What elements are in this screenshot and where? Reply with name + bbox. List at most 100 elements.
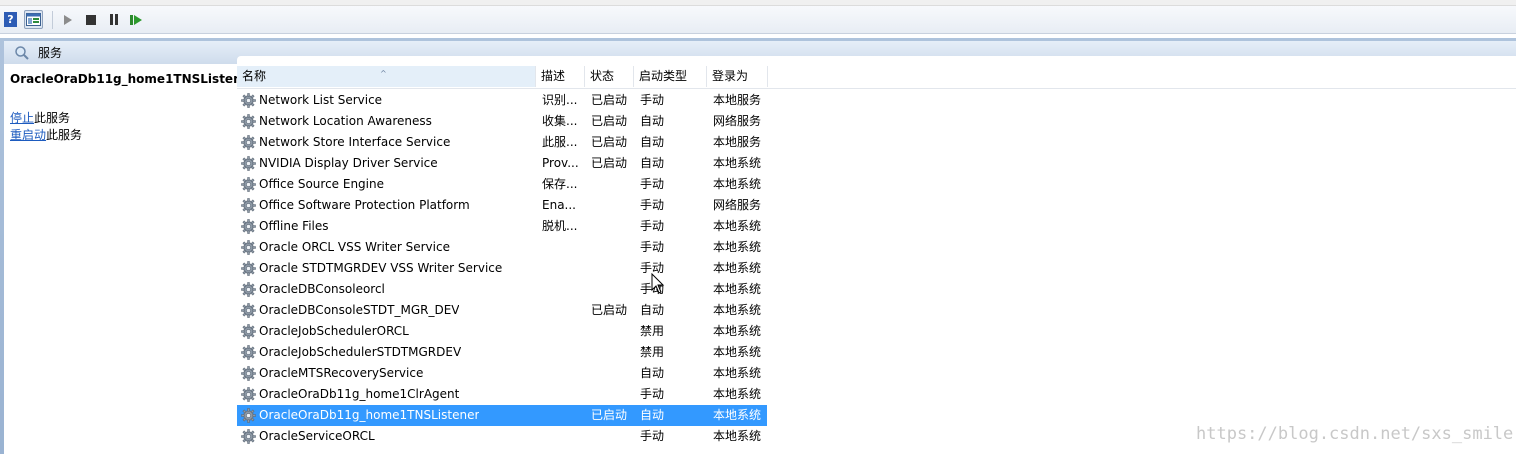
service-startup-cell: 手动	[640, 198, 665, 212]
service-gear-icon	[241, 240, 256, 255]
column-header-startup-type[interactable]: 启动类型	[634, 66, 707, 87]
restart-service-suffix: 此服务	[46, 128, 83, 142]
column-header-logon-as[interactable]: 登录为	[707, 66, 768, 87]
service-startup-cell: 自动	[640, 303, 665, 317]
start-service-button[interactable]	[58, 10, 77, 29]
service-row[interactable]: Offline Files 脱机... 手动 本地系统	[237, 216, 767, 237]
column-header-status-label: 状态	[590, 69, 615, 83]
restart-service-action: 重启动此服务	[10, 126, 82, 143]
toolbar-separator	[52, 10, 53, 29]
service-row[interactable]: OracleJobSchedulerSTDTMGRDEV 禁用 本地系统	[237, 342, 767, 363]
service-logon-cell: 本地系统	[713, 429, 762, 443]
service-desc-cell: 脱机...	[542, 219, 578, 233]
service-row[interactable]: Network Store Interface Service 此服... 已启动自…	[237, 132, 767, 153]
column-header-name[interactable]: ^ 名称	[237, 66, 536, 87]
service-desc-cell: 收集...	[542, 114, 578, 128]
service-row-selected[interactable]: OracleOraDb11g_home1TNSListener 已启动 自动 本地系统	[237, 405, 767, 426]
service-gear-icon	[241, 345, 256, 360]
toolbar: ?	[0, 6, 1516, 34]
column-header-startup-type-label: 启动类型	[639, 69, 688, 83]
service-name-cell: OracleOraDb11g_home1ClrAgent	[259, 387, 460, 401]
service-logon-cell: 本地系统	[713, 345, 762, 359]
service-startup-cell: 手动	[640, 240, 665, 254]
service-row[interactable]: Office Source Engine 保存... 手动 本地系统	[237, 174, 767, 195]
show-hide-pane-icon	[26, 13, 41, 26]
service-row[interactable]: OracleMTSRecoveryService 自动 本地系统	[237, 363, 767, 384]
restart-service-button[interactable]	[127, 10, 146, 29]
service-row[interactable]: Office Software Protection Platform Ena..…	[237, 195, 767, 216]
page-title: 服务	[38, 46, 63, 60]
service-name-cell: Office Source Engine	[259, 177, 384, 191]
service-startup-cell: 手动	[640, 219, 665, 233]
service-gear-icon	[241, 93, 256, 108]
service-gear-icon	[241, 324, 256, 339]
stop-service-link[interactable]: 停止	[10, 111, 34, 125]
sort-ascending-icon: ^	[380, 69, 387, 78]
play-icon	[63, 14, 72, 25]
service-startup-cell: 自动	[640, 114, 665, 128]
service-startup-cell: 手动	[640, 387, 665, 401]
service-logon-cell: 本地系统	[713, 366, 762, 380]
service-gear-icon	[241, 219, 256, 234]
service-name-cell: Network Store Interface Service	[259, 135, 451, 149]
service-name-cell: Oracle STDTMGRDEV VSS Writer Service	[259, 261, 503, 275]
mouse-cursor-icon	[651, 273, 665, 294]
service-logon-cell: 本地系统	[713, 387, 762, 401]
service-gear-icon	[241, 366, 256, 381]
service-row[interactable]: Network List Service 识别... 已启动 手动 本地服务	[237, 90, 767, 111]
service-logon-cell: 本地服务	[713, 135, 762, 149]
service-status-cell: 已启动	[591, 303, 628, 317]
service-row[interactable]: Network Location Awareness 收集... 已启动 自动 网络服务	[237, 111, 767, 132]
service-logon-cell: 本地系统	[713, 219, 762, 233]
show-hide-pane-button[interactable]	[24, 10, 43, 29]
service-name-cell: Office Software Protection Platform	[259, 198, 470, 212]
service-row[interactable]: OracleDBConsoleSTDT_MGR_DEV 已启动 自动 本地系统	[237, 300, 767, 321]
service-startup-cell: 自动	[640, 366, 665, 380]
service-row[interactable]: OracleServiceORCL 手动 本地系统	[237, 426, 767, 447]
service-desc-cell: Prov...	[542, 156, 579, 170]
column-header-status[interactable]: 状态	[585, 66, 634, 87]
service-row[interactable]: Oracle STDTMGRDEV VSS Writer Service 手动 本地…	[237, 258, 767, 279]
magnifier-icon	[15, 45, 29, 60]
description-pane: OracleOraDb11g_home1TNSListener 停止此服务 重启…	[4, 64, 256, 454]
service-startup-cell: 自动	[640, 156, 665, 170]
service-logon-cell: 本地系统	[713, 177, 762, 191]
service-name-cell: Oracle ORCL VSS Writer Service	[259, 240, 450, 254]
service-status-cell: 已启动	[591, 93, 628, 107]
service-row[interactable]: Oracle ORCL VSS Writer Service 手动 本地系统	[237, 237, 767, 258]
service-name-cell: Network Location Awareness	[259, 114, 432, 128]
service-logon-cell: 本地系统	[713, 156, 762, 170]
service-logon-cell: 本地服务	[713, 93, 762, 107]
column-header-description-label: 描述	[541, 69, 566, 83]
restart-icon	[130, 14, 142, 25]
stop-icon	[85, 14, 96, 25]
service-gear-icon	[241, 156, 256, 171]
service-gear-icon	[241, 135, 256, 150]
service-name-cell: Offline Files	[259, 219, 329, 233]
service-startup-cell: 手动	[640, 93, 665, 107]
service-row[interactable]: OracleDBConsoleorcl手动本地系统	[237, 279, 767, 300]
stop-service-button[interactable]	[81, 10, 100, 29]
service-logon-cell: 本地系统	[713, 282, 762, 296]
service-desc-cell: 保存...	[542, 177, 578, 191]
column-header: ^ 名称 描述 状态 启动类型 登录为	[237, 66, 1516, 89]
stop-service-action: 停止此服务	[10, 109, 70, 126]
service-startup-cell: 自动	[640, 135, 665, 149]
service-logon-cell: 本地系统	[713, 240, 762, 254]
restart-service-link[interactable]: 重启动	[10, 128, 46, 142]
service-status-cell: 已启动	[591, 135, 628, 149]
service-status-cell: 已启动	[591, 114, 628, 128]
service-gear-icon	[241, 177, 256, 192]
service-gear-icon	[241, 198, 256, 213]
column-header-name-label: 名称	[242, 69, 267, 83]
pause-service-button[interactable]	[104, 10, 123, 29]
help-button[interactable]: ?	[1, 10, 20, 29]
service-row[interactable]: OracleOraDb11g_home1ClrAgent 手动 本地系统	[237, 384, 767, 405]
service-row[interactable]: NVIDIA Display Driver Service Prov... 已启动自…	[237, 153, 767, 174]
column-header-logon-as-label: 登录为	[712, 69, 749, 83]
service-gear-icon	[241, 261, 256, 276]
column-header-description[interactable]: 描述	[536, 66, 585, 87]
service-name-cell: NVIDIA Display Driver Service	[259, 156, 438, 170]
service-row[interactable]: OracleJobSchedulerORCL 禁用 本地系统	[237, 321, 767, 342]
service-startup-cell: 禁用	[640, 345, 665, 359]
